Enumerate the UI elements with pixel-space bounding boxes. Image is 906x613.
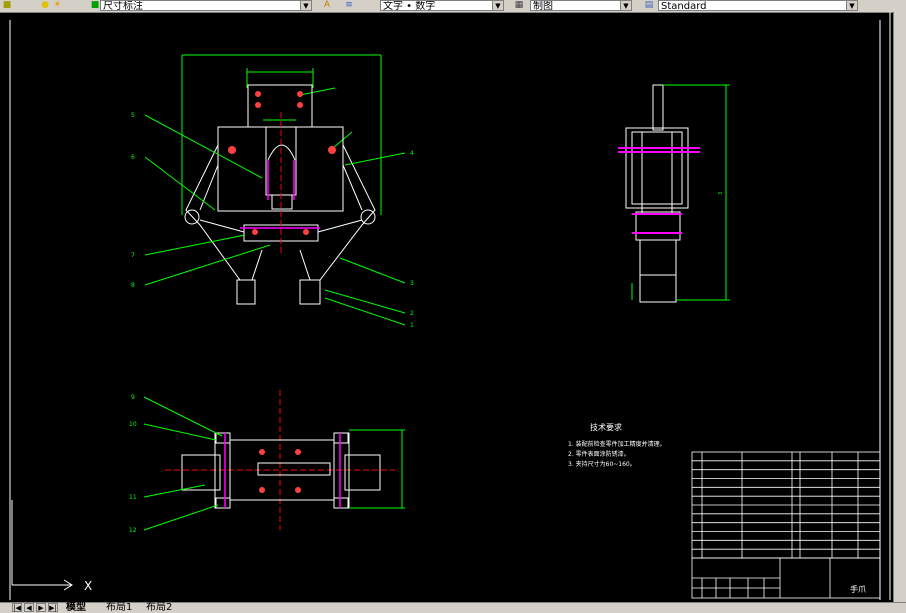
- technical-requirements: 技术要求 1. 装配前检查零件加工精度并清理。 2. 零件表面涂防锈漆。 3. …: [568, 422, 666, 468]
- tablestyle-value: Standard: [661, 1, 707, 11]
- style-icon[interactable]: ■: [2, 0, 12, 10]
- layer-color-icon[interactable]: ■: [90, 0, 100, 10]
- title-block-name: 手爪: [850, 584, 866, 594]
- layer-value: 制图: [533, 1, 553, 11]
- textstyle-value: 文字 • 数字: [383, 1, 436, 11]
- top-view: 9 10 11 12: [129, 390, 405, 534]
- leader-number-12: 12: [129, 527, 137, 534]
- tablestyle-combo[interactable]: Standard ▼: [658, 0, 858, 11]
- leader-number-1: 1: [410, 322, 414, 329]
- chevron-down-icon[interactable]: ▼: [300, 1, 311, 10]
- leader-number-8: 8: [131, 282, 135, 289]
- textstyle-icon[interactable]: A: [322, 0, 332, 10]
- leader-number-4: 4: [410, 150, 414, 157]
- tech-req-line-3: 3. 夹持尺寸为60~160。: [568, 460, 636, 468]
- leader-number-5: 5: [131, 112, 135, 119]
- table-icon[interactable]: ▦: [514, 0, 524, 10]
- first-tab-icon[interactable]: |◀: [12, 603, 22, 612]
- tablestyle-icon[interactable]: ▤: [644, 0, 654, 10]
- layout-tabs-bar: |◀ ◀ ▶ ▶| 模型 布局1 布局2: [0, 602, 906, 613]
- textstyle-combo[interactable]: 文字 • 数字 ▼: [380, 0, 504, 11]
- dimstyle-value: 尺寸标注: [103, 1, 143, 11]
- side-height-dim: 3: [718, 192, 724, 195]
- chevron-down-icon[interactable]: ▼: [492, 1, 503, 10]
- ucs-icon: [11, 500, 73, 591]
- leader-number-11: 11: [129, 494, 137, 501]
- chevron-down-icon[interactable]: ▼: [620, 1, 631, 10]
- leader-number-6: 6: [131, 154, 135, 161]
- leader-number-2: 2: [410, 310, 414, 317]
- vertical-scrollbar[interactable]: [893, 12, 906, 602]
- leader-number-9: 9: [131, 394, 135, 401]
- layer-combo[interactable]: 制图 ▼: [530, 0, 632, 11]
- layer-manager-icon[interactable]: ≡: [344, 0, 354, 10]
- tech-req-line-2: 2. 零件表面涂防锈漆。: [568, 450, 630, 458]
- tech-req-line-1: 1. 装配前检查零件加工精度并清理。: [568, 440, 666, 448]
- prev-tab-icon[interactable]: ◀: [24, 603, 34, 612]
- side-view: 3: [618, 84, 730, 303]
- parts-list-table: [691, 451, 881, 599]
- dimstyle-combo[interactable]: 尺寸标注 ▼: [100, 0, 312, 11]
- drawing-canvas[interactable]: 5 6 7 8 4 3 2 1 3 9 10 11 12 技术要求 1. 装配前…: [0, 12, 906, 602]
- front-view: 5 6 7 8 4 3 2 1: [131, 54, 414, 329]
- chevron-down-icon[interactable]: ▼: [846, 1, 857, 10]
- leader-number-7: 7: [131, 252, 135, 259]
- leader-number-10: 10: [129, 421, 137, 428]
- layer-bulb-icon[interactable]: ●: [40, 0, 50, 10]
- drawing-frame: [9, 12, 891, 600]
- leader-number-3: 3: [410, 280, 414, 287]
- ucs-x-label: X: [84, 579, 92, 593]
- tech-req-title: 技术要求: [590, 422, 622, 432]
- last-tab-icon[interactable]: ▶|: [48, 603, 58, 612]
- layer-sun-icon[interactable]: ☀: [52, 0, 62, 10]
- next-tab-icon[interactable]: ▶: [36, 603, 46, 612]
